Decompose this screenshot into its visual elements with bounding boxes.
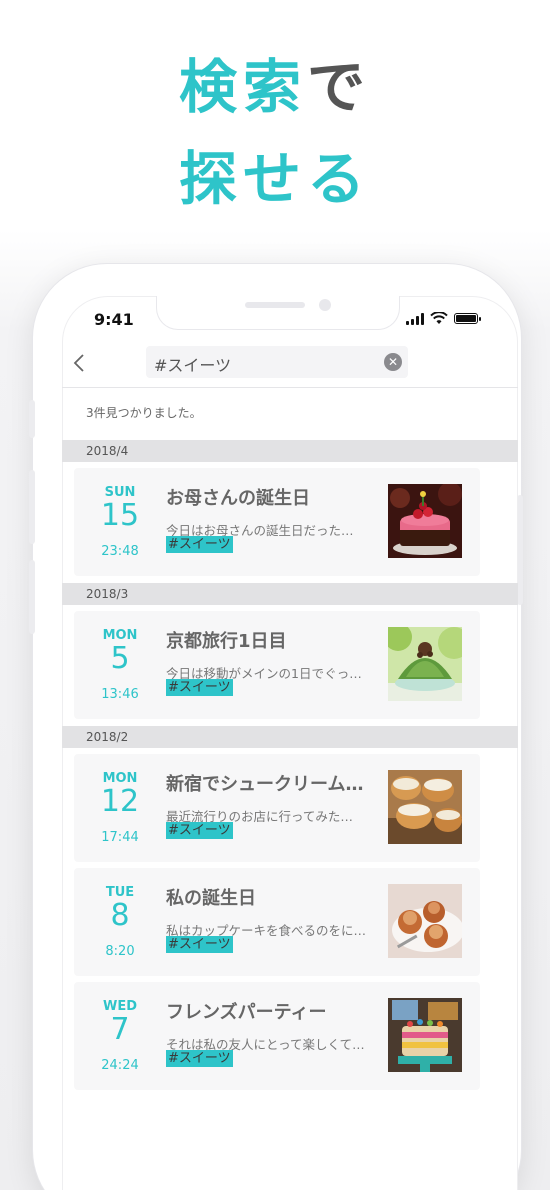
phone-volume-down [29, 560, 35, 634]
entry-day: 15 [100, 498, 140, 533]
entry-tag[interactable]: #スイーツ [166, 536, 233, 553]
entry-time: 13:46 [101, 687, 139, 702]
entry-thumbnail-cake [388, 484, 462, 558]
headline-line-1: 検索で [0, 58, 550, 116]
entry-day: 7 [110, 1012, 130, 1047]
entry-tag[interactable]: #スイーツ [166, 679, 233, 696]
month-header: 2018/3 [62, 583, 518, 605]
status-time: 9:41 [94, 310, 134, 329]
chevron-left-icon[interactable] [72, 352, 92, 376]
entry-time: 24:24 [101, 1058, 139, 1073]
phone-notch [156, 296, 400, 330]
entry-day: 5 [110, 641, 130, 676]
entry-time: 17:44 [101, 830, 139, 845]
search-query: #スイーツ [154, 356, 232, 375]
entry-title: 京都旅行1日目 [166, 631, 287, 652]
diary-entry[interactable]: SUN 15 23:48 お母さんの誕生日 今日はお母さんの誕生日だった… #ス… [74, 468, 480, 576]
status-icons [406, 312, 481, 325]
app-screen: 9:41 #スイーツ ✕ 3件見つかりました。 2018/4 SUN 15 23… [62, 296, 518, 1190]
phone-mute-switch [29, 400, 35, 438]
diary-entry[interactable]: MON 5 13:46 京都旅行1日目 今日は移動がメインの1日でぐっ… #スイ… [74, 611, 480, 719]
entry-title: お母さんの誕生日 [166, 488, 310, 509]
entry-time: 8:20 [105, 944, 135, 959]
headline-keyword-find: 探せる [178, 145, 371, 213]
signal-icon [406, 312, 424, 325]
entry-tag[interactable]: #スイーツ [166, 936, 233, 953]
month-header: 2018/4 [62, 440, 518, 462]
entry-title: 私の誕生日 [166, 888, 256, 909]
diary-entry[interactable]: TUE 8 8:20 私の誕生日 私はカップケーキを食べるのをに… #スイーツ [74, 868, 480, 976]
battery-icon [454, 313, 481, 324]
headline-line-2: 探せる [0, 150, 550, 208]
entry-thumbnail-party-cake [388, 998, 462, 1072]
diary-entry[interactable]: WED 7 24:24 フレンズパーティー それは私の友人にとって楽しくて… #… [74, 982, 480, 1090]
entry-day: 12 [100, 784, 140, 819]
clear-icon[interactable]: ✕ [384, 353, 402, 371]
entry-thumbnail-cream-puffs [388, 770, 462, 844]
headline-keyword-search: 検索 [178, 53, 307, 121]
entry-thumbnail-cupcakes [388, 884, 462, 958]
result-count: 3件見つかりました。 [86, 406, 202, 420]
wifi-icon [430, 312, 448, 324]
front-camera [319, 299, 331, 311]
entry-day: 8 [110, 898, 130, 933]
entry-title: 新宿でシュークリーム… [166, 774, 364, 795]
month-header: 2018/2 [62, 726, 518, 748]
entry-time: 23:48 [101, 544, 139, 559]
diary-entry[interactable]: MON 12 17:44 新宿でシュークリーム… 最近流行りのお店に行ってみた…… [74, 754, 480, 862]
entry-tag[interactable]: #スイーツ [166, 1050, 233, 1067]
entry-thumbnail-shaved-ice [388, 627, 462, 701]
search-input[interactable]: #スイーツ ✕ [146, 346, 408, 378]
speaker [245, 302, 305, 308]
phone-volume-up [29, 470, 35, 544]
headline-particle: で [307, 53, 372, 121]
entry-title: フレンズパーティー [166, 1002, 327, 1023]
search-bar: #スイーツ ✕ [62, 340, 518, 388]
entry-tag[interactable]: #スイーツ [166, 822, 233, 839]
